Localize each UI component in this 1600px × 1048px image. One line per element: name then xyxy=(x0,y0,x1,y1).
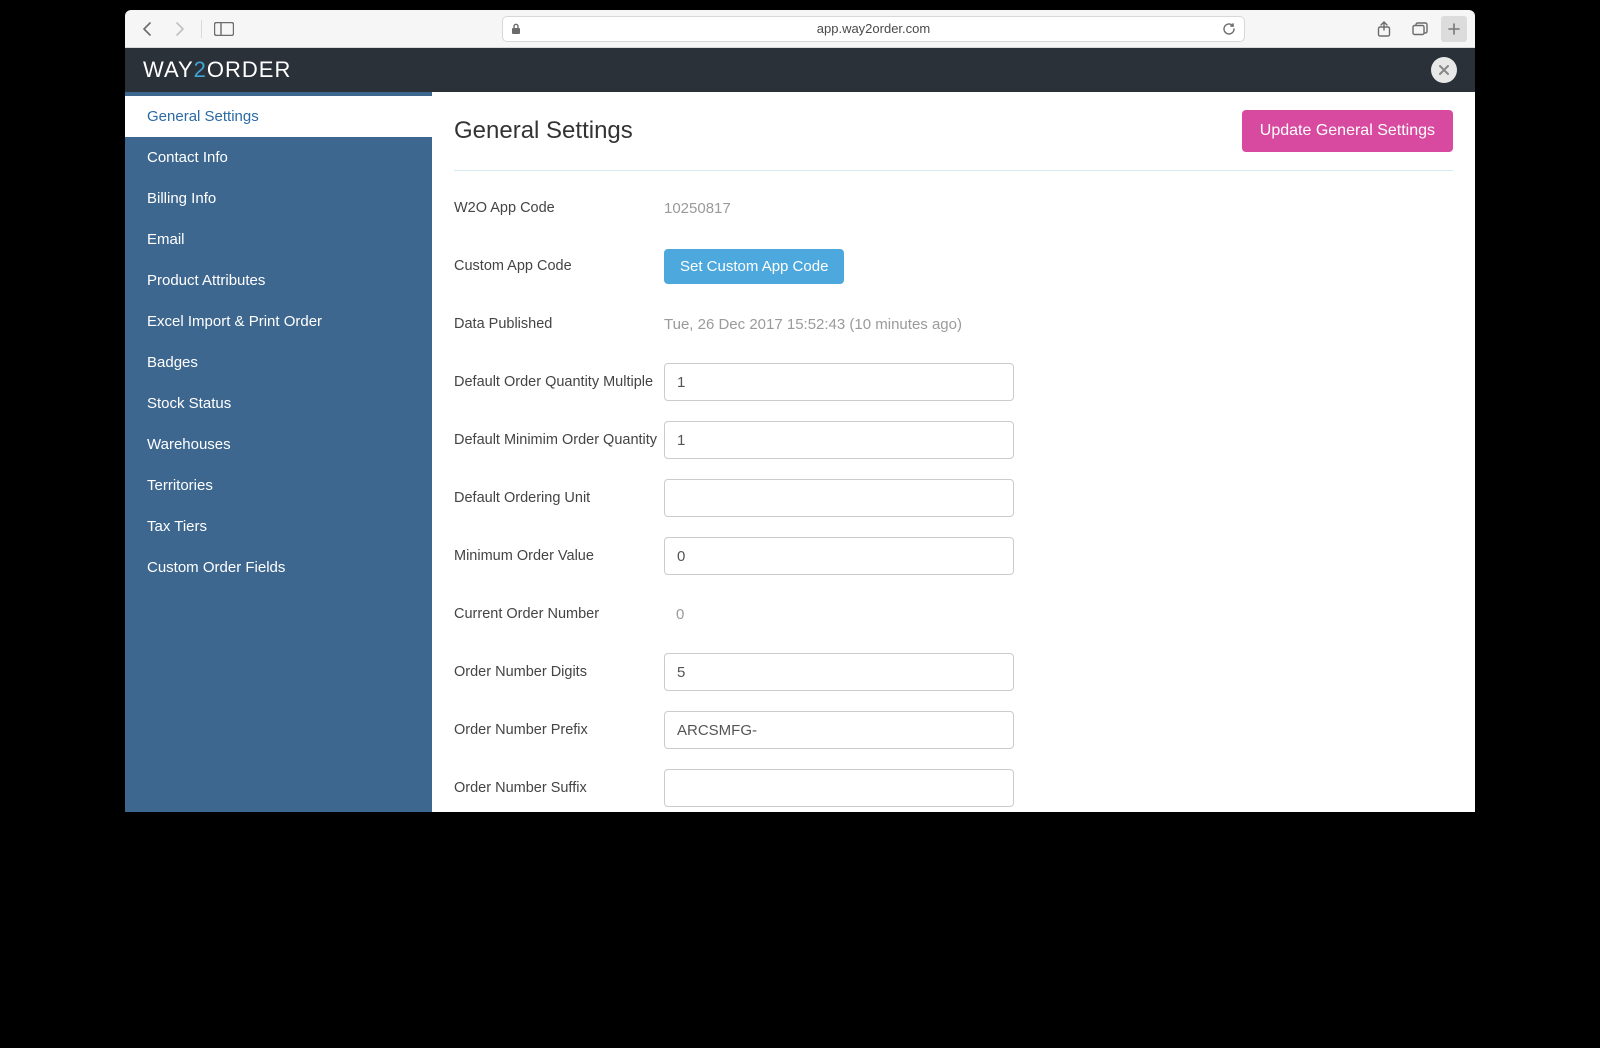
sidebar-item-email[interactable]: Email xyxy=(125,219,432,260)
tabs-icon[interactable] xyxy=(1405,17,1435,41)
order-prefix-input[interactable] xyxy=(664,711,1014,749)
sidebar-item-contact-info[interactable]: Contact Info xyxy=(125,137,432,178)
default-unit-label: Default Ordering Unit xyxy=(454,490,664,506)
custom-app-code-label: Custom App Code xyxy=(454,258,664,274)
browser-toolbar: app.way2order.com xyxy=(125,10,1475,48)
lock-icon xyxy=(511,23,521,35)
address-bar[interactable]: app.way2order.com xyxy=(502,16,1245,42)
order-prefix-label: Order Number Prefix xyxy=(454,722,664,738)
browser-right-tools xyxy=(1369,16,1467,42)
sidebar-item-product-attributes[interactable]: Product Attributes xyxy=(125,260,432,301)
page-title: General Settings xyxy=(454,117,633,145)
default-min-qty-input[interactable] xyxy=(664,421,1014,459)
current-order-number-label: Current Order Number xyxy=(454,606,664,622)
data-published-label: Data Published xyxy=(454,316,664,332)
update-general-settings-button[interactable]: Update General Settings xyxy=(1242,110,1453,152)
sidebar-item-badges[interactable]: Badges xyxy=(125,342,432,383)
share-icon[interactable] xyxy=(1369,17,1399,41)
sidebar-item-billing-info[interactable]: Billing Info xyxy=(125,178,432,219)
sidebar: General SettingsContact InfoBilling Info… xyxy=(125,92,432,812)
sidebar-item-territories[interactable]: Territories xyxy=(125,465,432,506)
default-qty-multiple-input[interactable] xyxy=(664,363,1014,401)
sidebar-item-custom-order-fields[interactable]: Custom Order Fields xyxy=(125,547,432,588)
toolbar-separator xyxy=(201,20,202,38)
close-icon[interactable] xyxy=(1431,57,1457,83)
default-qty-multiple-label: Default Order Quantity Multiple xyxy=(454,374,664,390)
reload-icon[interactable] xyxy=(1222,22,1236,36)
sidebar-item-general-settings[interactable]: General Settings xyxy=(125,96,432,137)
forward-button[interactable] xyxy=(165,17,193,41)
sidebar-item-stock-status[interactable]: Stock Status xyxy=(125,383,432,424)
order-suffix-label: Order Number Suffix xyxy=(454,780,664,796)
main-content: General Settings Update General Settings… xyxy=(432,92,1475,812)
sidebar-toggle-icon[interactable] xyxy=(210,17,238,41)
min-order-value-input[interactable] xyxy=(664,537,1014,575)
sidebar-item-excel-import-print-order[interactable]: Excel Import & Print Order xyxy=(125,301,432,342)
app-logo: WAY2ORDER xyxy=(143,57,291,83)
set-custom-app-code-button[interactable]: Set Custom App Code xyxy=(664,249,844,284)
default-min-qty-label: Default Minimim Order Quantity xyxy=(454,432,664,448)
new-tab-button[interactable] xyxy=(1441,16,1467,42)
order-suffix-input[interactable] xyxy=(664,769,1014,807)
sidebar-item-tax-tiers[interactable]: Tax Tiers xyxy=(125,506,432,547)
order-digits-input[interactable] xyxy=(664,653,1014,691)
url-text: app.way2order.com xyxy=(525,21,1222,36)
data-published-value: Tue, 26 Dec 2017 15:52:43 (10 minutes ag… xyxy=(664,316,962,333)
logo-mid: 2 xyxy=(194,57,207,82)
app-code-label: W2O App Code xyxy=(454,200,664,216)
logo-post: ORDER xyxy=(207,57,291,82)
back-button[interactable] xyxy=(133,17,161,41)
min-order-value-label: Minimum Order Value xyxy=(454,548,664,564)
sidebar-item-warehouses[interactable]: Warehouses xyxy=(125,424,432,465)
default-unit-input[interactable] xyxy=(664,479,1014,517)
app-header: WAY2ORDER xyxy=(125,48,1475,92)
current-order-number-value: 0 xyxy=(664,606,684,623)
order-digits-label: Order Number Digits xyxy=(454,664,664,680)
logo-pre: WAY xyxy=(143,57,194,82)
app-code-value: 10250817 xyxy=(664,200,731,217)
